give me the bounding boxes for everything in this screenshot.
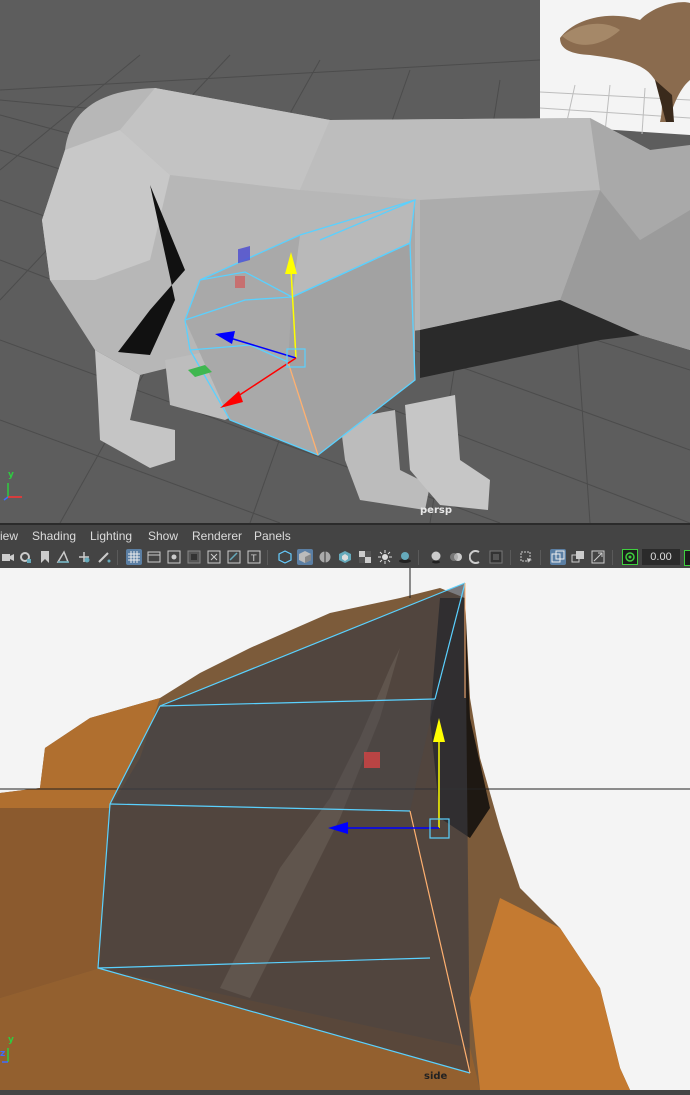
textured-icon[interactable] bbox=[357, 549, 373, 565]
default-material-icon[interactable] bbox=[337, 549, 353, 565]
multisample-aa-icon[interactable] bbox=[468, 549, 484, 565]
axis-z-label: z bbox=[0, 1049, 6, 1059]
camera-icon[interactable] bbox=[0, 549, 16, 565]
safe-title-icon[interactable]: T bbox=[246, 549, 262, 565]
view-axis-gizmo bbox=[3, 483, 22, 501]
safe-action-icon[interactable] bbox=[226, 549, 242, 565]
side-scene[interactable] bbox=[0, 568, 690, 1090]
screen-space-ao-icon[interactable] bbox=[428, 549, 444, 565]
panel-menu-bar: iew Shading Lighting Show Renderer Panel… bbox=[0, 525, 690, 548]
persp-viewport[interactable]: y persp bbox=[0, 0, 690, 523]
depth-of-field-icon[interactable] bbox=[488, 549, 504, 565]
axis-y-label: y bbox=[8, 1035, 14, 1045]
persp-scene[interactable] bbox=[0, 0, 690, 523]
menu-show[interactable]: Show bbox=[148, 529, 178, 543]
image-plane-icon[interactable] bbox=[55, 549, 71, 565]
menu-lighting[interactable]: Lighting bbox=[90, 529, 132, 543]
field-chart-icon[interactable] bbox=[206, 549, 222, 565]
toolbar-separator bbox=[540, 550, 541, 565]
smooth-shade-icon[interactable] bbox=[297, 549, 313, 565]
menu-shading[interactable]: Shading bbox=[32, 529, 76, 543]
persp-camera-label: persp bbox=[420, 505, 452, 516]
camera-attributes-icon[interactable] bbox=[17, 549, 33, 565]
gamma-icon[interactable] bbox=[684, 550, 690, 566]
2d-pan-zoom-icon[interactable] bbox=[76, 549, 92, 565]
axis-y-label: y bbox=[8, 470, 14, 480]
bookmark-icon[interactable] bbox=[37, 549, 53, 565]
exposure-icon[interactable] bbox=[622, 549, 638, 565]
menu-view[interactable]: iew bbox=[0, 529, 18, 543]
menu-panels[interactable]: Panels bbox=[254, 529, 291, 543]
xray-active-components-icon[interactable] bbox=[590, 549, 606, 565]
wireframe-on-shaded-icon[interactable] bbox=[317, 549, 333, 565]
wireframe-icon[interactable] bbox=[277, 549, 293, 565]
film-gate-icon[interactable] bbox=[146, 549, 162, 565]
xray-joints-icon[interactable] bbox=[570, 549, 586, 565]
resolution-gate-icon[interactable] bbox=[166, 549, 182, 565]
isolate-select-icon[interactable] bbox=[518, 549, 534, 565]
toolbar-separator bbox=[418, 550, 419, 565]
panel-toolbar: T bbox=[0, 547, 690, 569]
motion-blur-icon[interactable] bbox=[448, 549, 464, 565]
toolbar-separator bbox=[267, 550, 268, 565]
grease-pencil-icon[interactable] bbox=[96, 549, 112, 565]
exposure-field[interactable] bbox=[642, 549, 680, 565]
xray-icon[interactable] bbox=[550, 549, 566, 565]
menu-renderer[interactable]: Renderer bbox=[192, 529, 242, 543]
shadows-icon[interactable] bbox=[397, 549, 413, 565]
side-camera-label: side bbox=[424, 1071, 448, 1082]
toolbar-separator bbox=[612, 550, 613, 565]
toolbar-separator bbox=[117, 550, 118, 565]
side-viewport[interactable]: y z side bbox=[0, 568, 690, 1090]
svg-text:T: T bbox=[250, 554, 257, 564]
panel-bottom-border bbox=[0, 1090, 690, 1095]
use-all-lights-icon[interactable] bbox=[377, 549, 393, 565]
grid-icon[interactable] bbox=[126, 549, 142, 565]
gate-mask-icon[interactable] bbox=[186, 549, 202, 565]
toolbar-separator bbox=[510, 550, 511, 565]
reference-image-plane bbox=[539, 0, 690, 135]
